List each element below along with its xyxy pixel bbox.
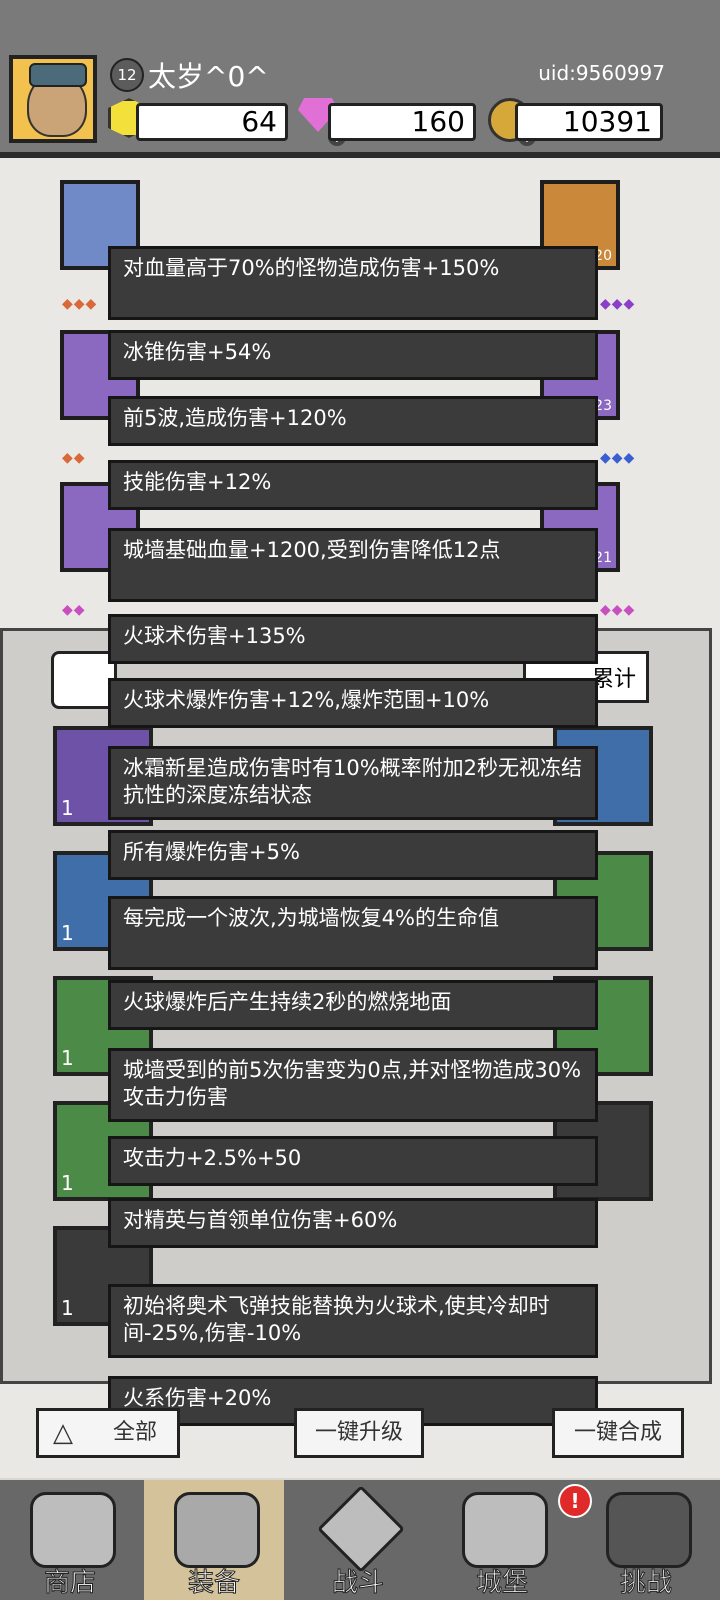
filter-all-button[interactable]: △ 全部 [36,1408,180,1458]
filter-all-label: 全部 [112,1420,157,1445]
affix-tooltip: 技能伤害+12% [108,460,598,510]
bottom-nav: 商店 装备 战斗 城堡 挑战 [0,1480,720,1600]
rarity-dots: ◆◆◆ [62,296,98,312]
avatar-hat [29,63,87,87]
player-name: 太岁^0^ [148,60,269,93]
backpack-icon [174,1492,260,1568]
shop-icon [30,1492,116,1568]
affix-tooltip: 冰霜新星造成伤害时有10%概率附加2秒无视冻结抗性的深度冻结状态 [108,746,598,820]
nav-equip-label: 装备 [187,1568,240,1599]
gem-counter: 64 [136,103,288,141]
merge-all-button[interactable]: 一键合成 [552,1408,684,1458]
item-count: 1 [61,1296,74,1320]
rarity-dots: ◆◆ [62,602,86,618]
player-uid: uid:9560997 [538,61,665,85]
affix-tooltip: 火球爆炸后产生持续2秒的燃烧地面 [108,980,598,1030]
affix-tooltip: 火球术爆炸伤害+12%,爆炸范围+10% [108,678,598,728]
top-bar: 12 太岁^0^ uid:9560997 64 + 160 + 10391 [0,0,720,158]
affix-tooltip: 每完成一个波次,为城墙恢复4%的生命值 [108,896,598,970]
rarity-dots: ◆◆◆ [600,450,636,466]
rarity-dots: ◆◆ [62,450,86,466]
affix-tooltip: 初始将奥术飞弹技能替换为火球术,使其冷却时间-25%,伤害-10% [108,1284,598,1358]
upgrade-all-button[interactable]: 一键升级 [294,1408,424,1458]
nav-castle-label: 城堡 [475,1568,528,1599]
triangle-up-icon: △ [53,1418,73,1448]
item-count: 1 [61,921,74,945]
player-level-badge: 12 [110,58,144,92]
rarity-dots: ◆◆◆ [600,602,636,618]
nav-challenge-label: 挑战 [619,1568,672,1599]
nav-castle[interactable]: 城堡 [432,1480,572,1600]
nav-battle-label: 战斗 [331,1568,384,1599]
coin-counter: 10391 [515,103,663,141]
rarity-dots: ◆◆◆ [600,296,636,312]
affix-tooltip: 攻击力+2.5%+50 [108,1136,598,1186]
crossed-swords-icon [317,1485,405,1573]
affix-tooltip: 对精英与首领单位伤害+60% [108,1198,598,1248]
item-count: 1 [61,796,74,820]
affix-tooltip: 前5波,造成伤害+120% [108,396,598,446]
affix-tooltip: 冰锥伤害+54% [108,330,598,380]
nav-equip[interactable]: 装备 [144,1480,284,1600]
castle-alert-badge: ! [558,1484,592,1518]
castle-icon [462,1492,548,1568]
affix-tooltip: 所有爆炸伤害+5% [108,830,598,880]
affix-tooltip: 城墙基础血量+1200,受到伤害降低12点 [108,528,598,602]
item-count: 1 [61,1171,74,1195]
affix-tooltip: 城墙受到的前5次伤害变为0点,并对怪物造成30%攻击力伤害 [108,1048,598,1122]
nav-shop[interactable]: 商店 [0,1480,140,1600]
nav-challenge[interactable]: 挑战 [576,1480,716,1600]
lock-icon [606,1492,692,1568]
diamond-counter: 160 [328,103,476,141]
affix-tooltip: 对血量高于70%的怪物造成伤害+150% [108,246,598,320]
affix-tooltip: 火球术伤害+135% [108,614,598,664]
item-count: 1 [61,1046,74,1070]
nav-battle[interactable]: 战斗 [288,1480,428,1600]
nav-shop-label: 商店 [43,1568,96,1599]
player-avatar[interactable] [9,55,97,143]
